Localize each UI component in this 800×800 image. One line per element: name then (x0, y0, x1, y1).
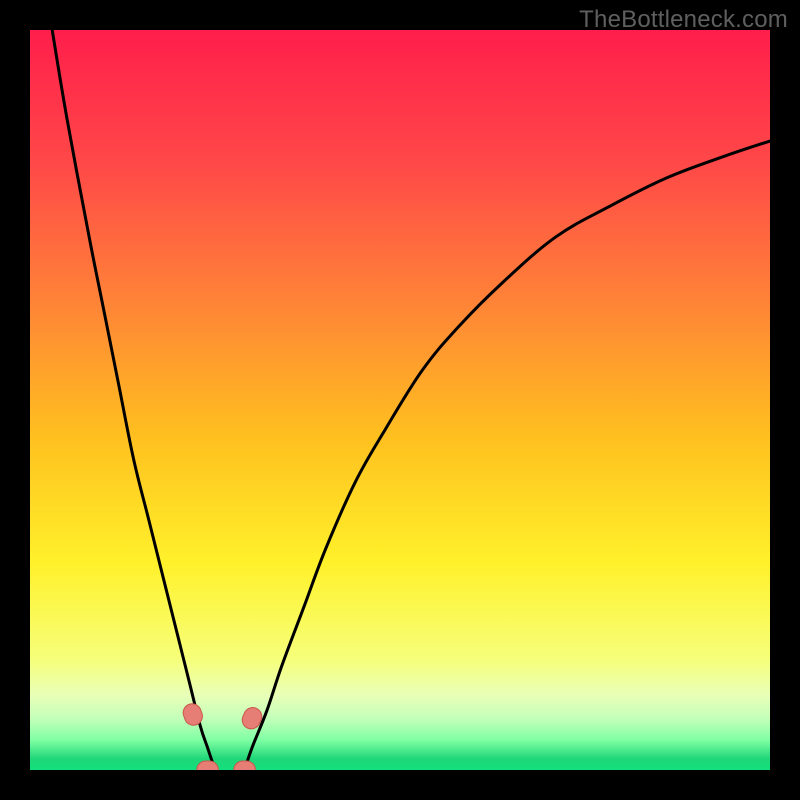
chart-frame: TheBottleneck.com (0, 0, 800, 800)
plot-svg (30, 30, 770, 770)
plot-area (30, 30, 770, 770)
gradient-background (30, 30, 770, 770)
watermark-text: TheBottleneck.com (579, 6, 788, 34)
